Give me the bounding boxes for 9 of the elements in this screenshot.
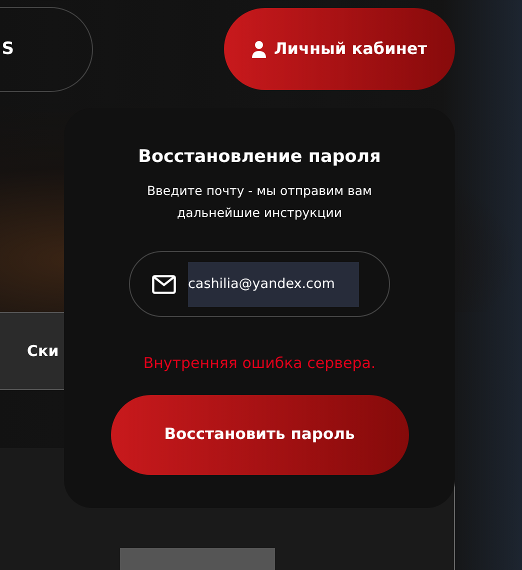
account-button[interactable]: Личный кабинет — [224, 8, 455, 90]
dialog-title: Восстановление пароля — [137, 146, 382, 169]
dialog-subtitle: Введите почту - мы отправим вам дальнейшие инструкции — [146, 182, 373, 222]
mail-icon — [152, 274, 176, 294]
nav-button[interactable]: S — [0, 7, 93, 92]
user-icon — [252, 40, 266, 58]
email-field[interactable]: cashilia@yandex.com — [129, 251, 390, 318]
error-message: Внутренняя ошибка сервера. — [142, 353, 377, 374]
restore-password-button[interactable]: Восстановить пароль — [110, 394, 408, 475]
